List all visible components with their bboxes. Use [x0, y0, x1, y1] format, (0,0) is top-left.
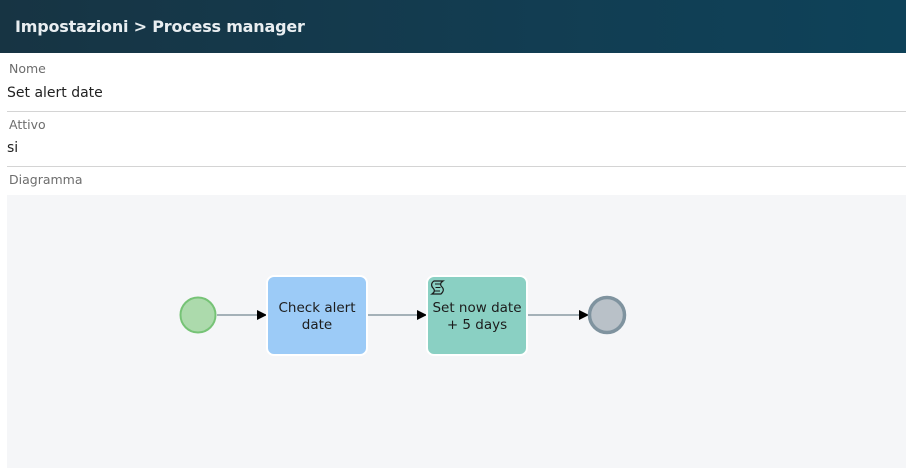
divider [7, 166, 906, 167]
divider [7, 111, 906, 112]
attivo-value[interactable]: si [7, 140, 18, 156]
diagramma-label: Diagramma [9, 172, 83, 187]
task-check-alert-date[interactable]: Check alert date [266, 275, 368, 356]
breadcrumb-title: Impostazioni > Process manager [15, 17, 305, 36]
app-header: Impostazioni > Process manager [0, 0, 906, 53]
nome-value[interactable]: Set alert date [7, 85, 103, 101]
start-event[interactable] [179, 296, 217, 334]
process-diagram-canvas[interactable]: Check alert date Set now date + 5 days [7, 195, 906, 468]
attivo-label: Attivo [9, 117, 46, 132]
task-label-line2: date [302, 317, 332, 333]
task-label-line1: Set now date [432, 300, 521, 316]
task-set-now-date[interactable]: Set now date + 5 days [426, 275, 528, 356]
task-label-line2: + 5 days [447, 317, 507, 333]
nome-label: Nome [9, 61, 46, 76]
end-event[interactable] [587, 295, 627, 335]
bpmn-diagram: Check alert date Set now date + 5 days [179, 275, 627, 356]
task-label-line1: Check alert [279, 300, 356, 316]
